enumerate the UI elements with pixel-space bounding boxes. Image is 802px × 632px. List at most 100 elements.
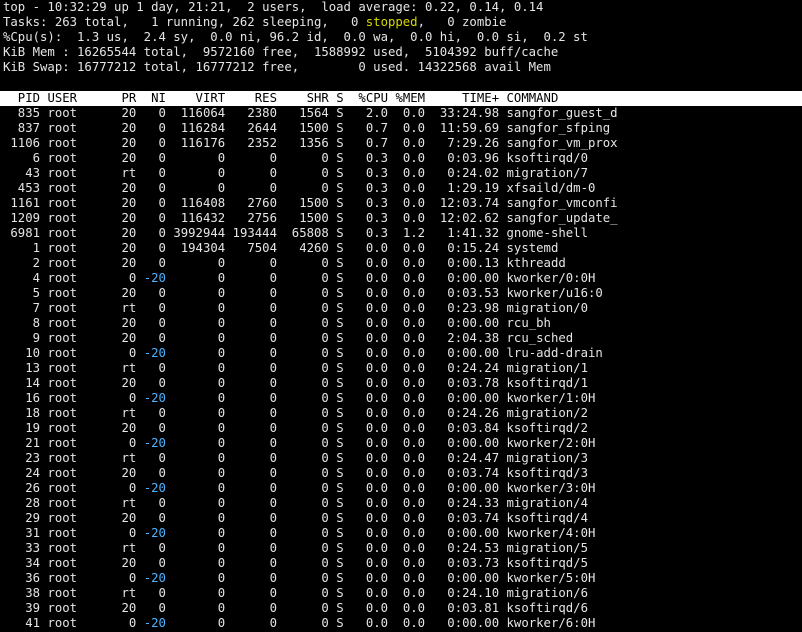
cell-user: root xyxy=(47,541,115,555)
cell-res: 0 xyxy=(225,361,277,375)
cell-cpu: 0.0 xyxy=(343,571,389,585)
process-row[interactable]: 6 root 20 0 0 0 0 S 0.3 0.0 0:03.96 ksof… xyxy=(3,151,625,166)
column-header-pr[interactable]: PR xyxy=(114,91,136,105)
cell-s: S xyxy=(328,301,344,315)
cell-ni: -20 xyxy=(136,271,166,285)
cell-user: root xyxy=(47,616,115,630)
column-header-s[interactable]: S xyxy=(329,91,343,105)
cell-ni: 0 xyxy=(136,511,166,525)
cell-time: 0:00.00 xyxy=(425,526,500,540)
process-row[interactable]: 7 root rt 0 0 0 0 S 0.0 0.0 0:23.98 migr… xyxy=(3,301,625,316)
column-header-cpu[interactable]: %CPU xyxy=(344,91,388,105)
process-row[interactable]: 13 root rt 0 0 0 0 S 0.0 0.0 0:24.24 mig… xyxy=(3,361,625,376)
cell-pid: 24 xyxy=(3,466,41,480)
process-row[interactable]: 2 root 20 0 0 0 0 S 0.0 0.0 0:00.13 kthr… xyxy=(3,256,625,271)
process-row[interactable]: 43 root rt 0 0 0 0 S 0.3 0.0 0:24.02 mig… xyxy=(3,166,625,181)
process-row[interactable]: 10 root 0 -20 0 0 0 S 0.0 0.0 0:00.00 lr… xyxy=(3,346,625,361)
process-row[interactable]: 41 root 0 -20 0 0 0 S 0.0 0.0 0:00.00 kw… xyxy=(3,616,625,631)
cell-mem: 0.0 xyxy=(388,496,426,510)
cell-s: S xyxy=(328,421,344,435)
process-row[interactable]: 1161 root 20 0 116408 2760 1500 S 0.3 0.… xyxy=(3,196,625,211)
cell-cpu: 0.0 xyxy=(343,436,389,450)
cell-pr: 20 xyxy=(114,376,137,390)
cell-pid: 39 xyxy=(3,601,41,615)
cell-mem: 0.0 xyxy=(388,181,426,195)
process-row[interactable]: 6981 root 20 0 3992944 193444 65808 S 0.… xyxy=(3,226,625,241)
cell-mem: 0.0 xyxy=(388,511,426,525)
process-row[interactable]: 835 root 20 0 116064 2380 1564 S 2.0 0.0… xyxy=(3,106,625,121)
cell-user: root xyxy=(47,571,115,585)
process-row[interactable]: 33 root rt 0 0 0 0 S 0.0 0.0 0:24.53 mig… xyxy=(3,541,625,556)
process-row[interactable]: 9 root 20 0 0 0 0 S 0.0 0.0 2:04.38 rcu_… xyxy=(3,331,625,346)
process-row[interactable]: 26 root 0 -20 0 0 0 S 0.0 0.0 0:00.00 kw… xyxy=(3,481,625,496)
cell-ni: 0 xyxy=(136,541,166,555)
process-row[interactable]: 5 root 20 0 0 0 0 S 0.0 0.0 0:03.53 kwor… xyxy=(3,286,625,301)
process-row[interactable]: 19 root 20 0 0 0 0 S 0.0 0.0 0:03.84 kso… xyxy=(3,421,625,436)
cell-shr: 0 xyxy=(276,376,329,390)
process-row[interactable]: 23 root rt 0 0 0 0 S 0.0 0.0 0:24.47 mig… xyxy=(3,451,625,466)
process-row[interactable]: 36 root 0 -20 0 0 0 S 0.0 0.0 0:00.00 kw… xyxy=(3,571,625,586)
cell-cpu: 0.0 xyxy=(343,511,389,525)
process-row[interactable]: 28 root rt 0 0 0 0 S 0.0 0.0 0:24.33 mig… xyxy=(3,496,625,511)
process-row[interactable]: 1106 root 20 0 116176 2352 1356 S 0.7 0.… xyxy=(3,136,625,151)
cell-cmd: migration/1 xyxy=(506,361,625,375)
cell-pr: 20 xyxy=(114,316,137,330)
column-header-mem[interactable]: %MEM xyxy=(388,91,425,105)
process-row[interactable]: 8 root 20 0 0 0 0 S 0.0 0.0 0:00.00 rcu_… xyxy=(3,316,625,331)
cell-res: 2644 xyxy=(225,121,277,135)
cell-virt: 0 xyxy=(165,466,226,480)
column-header-cmd[interactable]: COMMAND xyxy=(507,91,625,105)
column-header-pid[interactable]: PID xyxy=(3,91,40,105)
process-row[interactable]: 4 root 0 -20 0 0 0 S 0.0 0.0 0:00.00 kwo… xyxy=(3,271,625,286)
cell-pid: 14 xyxy=(3,376,41,390)
cell-ni: 0 xyxy=(136,211,166,225)
cell-time: 7:29.26 xyxy=(425,136,500,150)
process-row[interactable]: 1209 root 20 0 116432 2756 1500 S 0.3 0.… xyxy=(3,211,625,226)
column-header-shr[interactable]: SHR xyxy=(277,91,329,105)
cell-user: root xyxy=(47,481,115,495)
cell-ni: 0 xyxy=(136,106,166,120)
process-row[interactable]: 24 root 20 0 0 0 0 S 0.0 0.0 0:03.74 kso… xyxy=(3,466,625,481)
process-row[interactable]: 34 root 20 0 0 0 0 S 0.0 0.0 0:03.73 kso… xyxy=(3,556,625,571)
process-row[interactable]: 21 root 0 -20 0 0 0 S 0.0 0.0 0:00.00 kw… xyxy=(3,436,625,451)
column-header-ni[interactable]: NI xyxy=(136,91,166,105)
cell-virt: 0 xyxy=(165,421,226,435)
process-row[interactable]: 29 root 20 0 0 0 0 S 0.0 0.0 0:03.74 kso… xyxy=(3,511,625,526)
cell-pr: rt xyxy=(114,541,137,555)
cell-virt: 0 xyxy=(165,526,226,540)
cell-s: S xyxy=(328,391,344,405)
cell-shr: 0 xyxy=(276,331,329,345)
process-row[interactable]: 38 root rt 0 0 0 0 S 0.0 0.0 0:24.10 mig… xyxy=(3,586,625,601)
cell-time: 0:24.53 xyxy=(425,541,500,555)
process-row[interactable]: 31 root 0 -20 0 0 0 S 0.0 0.0 0:00.00 kw… xyxy=(3,526,625,541)
cell-ni: 0 xyxy=(136,331,166,345)
process-row[interactable]: 39 root 20 0 0 0 0 S 0.0 0.0 0:03.81 kso… xyxy=(3,601,625,616)
process-row[interactable]: 837 root 20 0 116284 2644 1500 S 0.7 0.0… xyxy=(3,121,625,136)
swap-line: KiB Swap: 16777212 total, 16777212 free,… xyxy=(3,60,551,74)
process-row[interactable]: 1 root 20 0 194304 7504 4260 S 0.0 0.0 0… xyxy=(3,241,625,256)
cell-pr: rt xyxy=(114,361,137,375)
column-header-virt[interactable]: VIRT xyxy=(166,91,226,105)
process-row[interactable]: 16 root 0 -20 0 0 0 S 0.0 0.0 0:00.00 kw… xyxy=(3,391,625,406)
column-header-user[interactable]: USER xyxy=(47,91,114,105)
process-row[interactable]: 14 root 20 0 0 0 0 S 0.0 0.0 0:03.78 kso… xyxy=(3,376,625,391)
terminal-window[interactable]: top - 10:32:29 up 1 day, 21:21, 2 users,… xyxy=(0,0,802,632)
cell-cmd: ksoftirqd/1 xyxy=(506,376,625,390)
cell-res: 0 xyxy=(225,496,277,510)
cell-pid: 19 xyxy=(3,421,41,435)
cell-user: root xyxy=(47,601,115,615)
process-row[interactable]: 453 root 20 0 0 0 0 S 0.3 0.0 1:29.19 xf… xyxy=(3,181,625,196)
cell-virt: 0 xyxy=(165,586,226,600)
cell-pid: 835 xyxy=(3,106,41,120)
column-header-res[interactable]: RES xyxy=(225,91,277,105)
cell-cpu: 0.0 xyxy=(343,406,389,420)
cell-shr: 0 xyxy=(276,421,329,435)
cell-pid: 2 xyxy=(3,256,41,270)
cell-user: root xyxy=(47,316,115,330)
cell-pid: 453 xyxy=(3,181,41,195)
cell-cpu: 0.0 xyxy=(343,301,389,315)
cell-time: 0:03.73 xyxy=(425,556,500,570)
process-row[interactable]: 18 root rt 0 0 0 0 S 0.0 0.0 0:24.26 mig… xyxy=(3,406,625,421)
cell-res: 2352 xyxy=(225,136,277,150)
column-header-time[interactable]: TIME+ xyxy=(425,91,499,105)
